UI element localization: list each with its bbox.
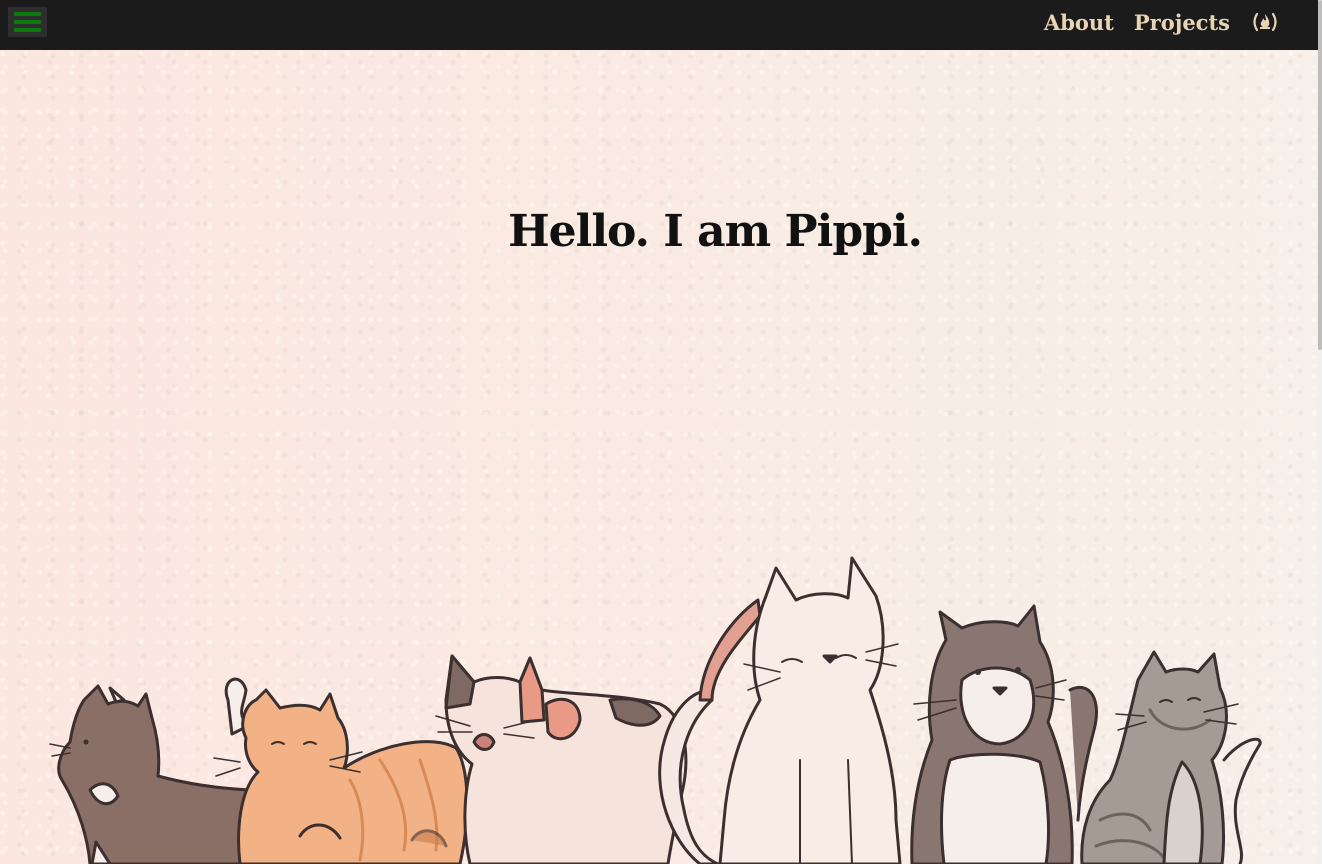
orange-tabby-cat	[213, 677, 469, 864]
scrollbar[interactable]	[1318, 0, 1322, 864]
menu-button[interactable]	[8, 7, 47, 37]
nav-link-about[interactable]: About	[1044, 10, 1114, 35]
cats-illustration	[49, 556, 1262, 864]
freecodecamp-icon[interactable]	[1250, 11, 1280, 33]
scrollbar-thumb[interactable]	[1318, 0, 1322, 350]
brown-white-cat	[910, 604, 1098, 864]
gray-tabby-cat	[1080, 650, 1262, 864]
navbar: About Projects	[0, 0, 1318, 50]
hero-title: Hello. I am Pippi.	[508, 206, 923, 257]
calico-cat	[435, 654, 688, 864]
nav-link-projects[interactable]: Projects	[1134, 10, 1230, 35]
nav-links: About Projects	[1024, 0, 1280, 44]
white-cat	[658, 556, 902, 864]
